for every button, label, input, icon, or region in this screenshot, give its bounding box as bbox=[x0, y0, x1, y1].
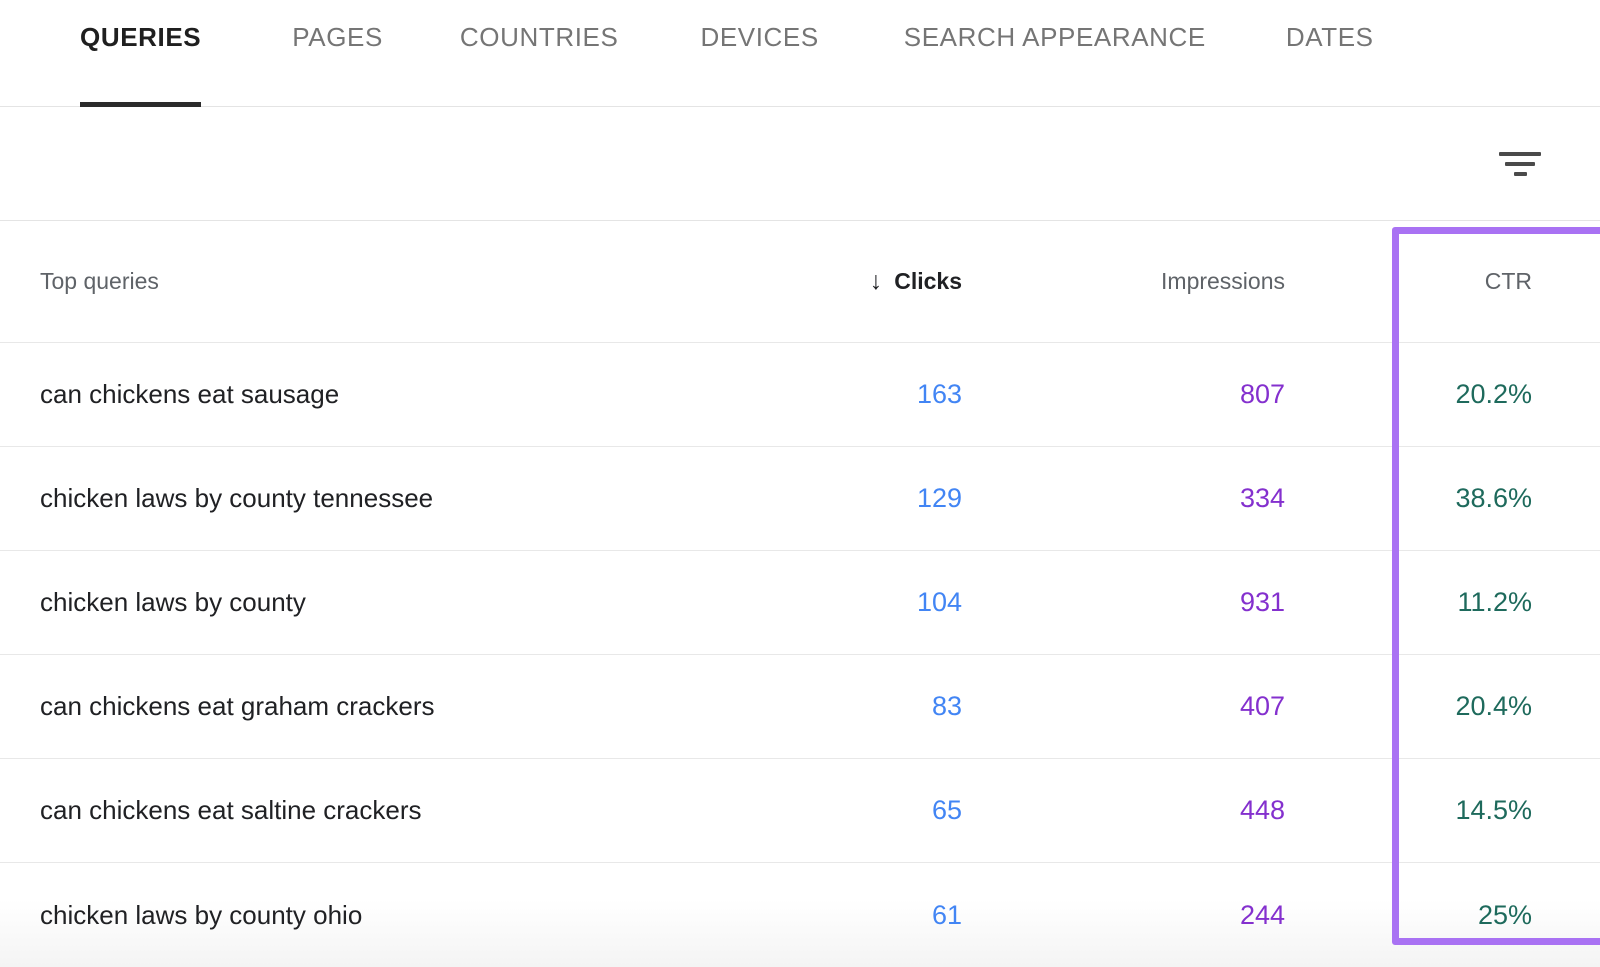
cell-impressions: 407 bbox=[1239, 691, 1285, 721]
cell-clicks: 61 bbox=[931, 899, 962, 930]
table-header-row: Top queries ↓ Clicks Impressions CTR bbox=[0, 221, 1600, 343]
column-header-top-queries[interactable]: Top queries bbox=[0, 268, 840, 295]
tab-search-appearance[interactable]: SEARCH APPEARANCE bbox=[904, 0, 1206, 107]
cell-ctr: 25% bbox=[1477, 899, 1532, 930]
tab-queries-label: QUERIES bbox=[80, 22, 202, 52]
filter-icon[interactable] bbox=[1496, 140, 1544, 188]
cell-impressions: 448 bbox=[1239, 795, 1285, 825]
tab-pages[interactable]: PAGES bbox=[292, 0, 383, 107]
cell-ctr: 38.6% bbox=[1455, 483, 1532, 513]
cell-query: chicken laws by county tennessee bbox=[40, 483, 434, 513]
table-row[interactable]: chicken laws by county ohio 61 244 25% bbox=[0, 863, 1600, 967]
tab-queries[interactable]: QUERIES bbox=[80, 0, 202, 107]
sort-descending-icon: ↓ bbox=[869, 267, 883, 295]
metric-tab-bar: QUERIES PAGES COUNTRIES DEVICES SEARCH A… bbox=[0, 0, 1600, 107]
cell-clicks: 65 bbox=[931, 795, 962, 825]
cell-clicks: 83 bbox=[931, 691, 962, 721]
tab-devices-label: DEVICES bbox=[700, 22, 819, 52]
tab-countries-label: COUNTRIES bbox=[459, 22, 619, 52]
table-toolbar bbox=[0, 107, 1600, 221]
cell-query: can chickens eat sausage bbox=[40, 379, 340, 409]
table-row[interactable]: chicken laws by county tennessee 129 334… bbox=[0, 447, 1600, 551]
cell-query: can chickens eat graham crackers bbox=[40, 691, 435, 721]
tab-countries[interactable]: COUNTRIES bbox=[460, 0, 619, 107]
table-row[interactable]: can chickens eat graham crackers 83 407 … bbox=[0, 655, 1600, 759]
cell-ctr: 20.2% bbox=[1455, 379, 1532, 409]
filter-icon-bar-middle bbox=[1505, 161, 1535, 166]
filter-icon-bar-bottom bbox=[1513, 171, 1527, 176]
table-row[interactable]: chicken laws by county 104 931 11.2% bbox=[0, 551, 1600, 655]
tab-pages-label: PAGES bbox=[292, 22, 383, 52]
tab-search-appearance-label: SEARCH APPEARANCE bbox=[903, 22, 1206, 52]
column-header-clicks-label: Clicks bbox=[894, 268, 962, 294]
cell-impressions: 807 bbox=[1239, 379, 1285, 409]
cell-impressions: 244 bbox=[1239, 899, 1285, 930]
cell-clicks: 129 bbox=[916, 483, 962, 513]
tab-dates-label: DATES bbox=[1285, 22, 1374, 52]
cell-clicks: 104 bbox=[916, 587, 962, 617]
cell-clicks: 163 bbox=[916, 379, 962, 409]
cell-query: chicken laws by county bbox=[40, 587, 306, 617]
cell-ctr: 20.4% bbox=[1455, 691, 1532, 721]
column-header-impressions[interactable]: Impressions bbox=[962, 268, 1285, 295]
tab-devices[interactable]: DEVICES bbox=[700, 0, 818, 107]
cell-ctr: 11.2% bbox=[1457, 587, 1532, 617]
table-row[interactable]: can chickens eat sausage 163 807 20.2% bbox=[0, 343, 1600, 447]
cell-impressions: 334 bbox=[1239, 483, 1285, 513]
cell-impressions: 931 bbox=[1239, 587, 1285, 617]
cell-ctr: 14.5% bbox=[1455, 795, 1532, 825]
queries-table: Top queries ↓ Clicks Impressions CTR can… bbox=[0, 221, 1600, 967]
table-row[interactable]: can chickens eat saltine crackers 65 448… bbox=[0, 759, 1600, 863]
column-header-clicks[interactable]: ↓ Clicks bbox=[840, 268, 962, 295]
column-header-ctr[interactable]: CTR bbox=[1285, 268, 1600, 295]
filter-icon-bar-top bbox=[1499, 151, 1541, 156]
tab-dates[interactable]: DATES bbox=[1286, 0, 1374, 107]
cell-query: can chickens eat saltine crackers bbox=[40, 795, 422, 825]
cell-query: chicken laws by county ohio bbox=[40, 899, 363, 930]
